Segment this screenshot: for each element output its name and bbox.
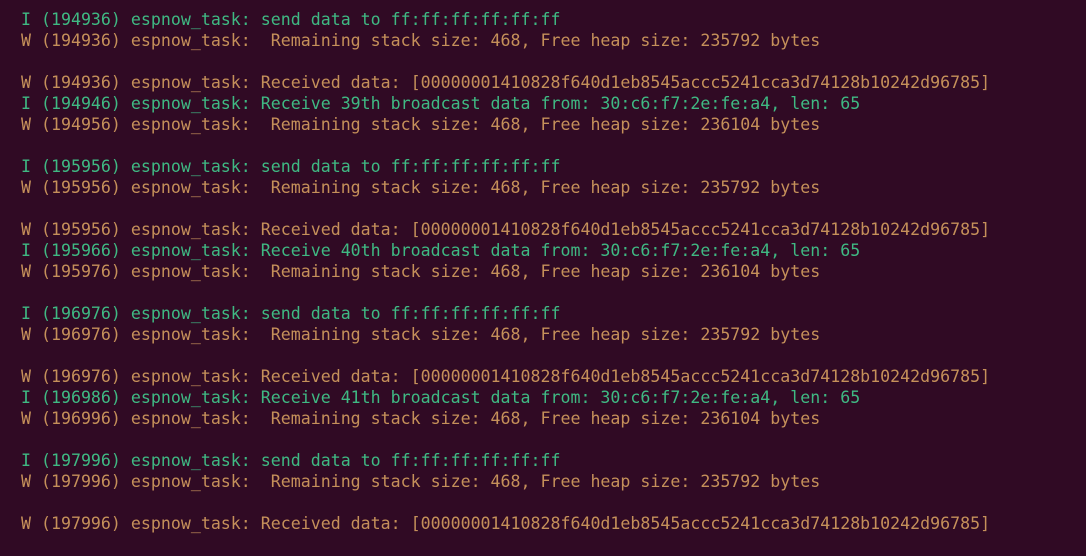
log-line-info: I (194946) espnow_task: Receive 39th bro… (21, 94, 861, 113)
log-line-warning: W (196996) espnow_task: Remaining stack … (21, 409, 821, 428)
log-line-warning: W (194936) espnow_task: Received data: [… (21, 73, 991, 92)
log-line-info: I (196976) espnow_task: send data to ff:… (21, 304, 561, 323)
log-line-warning: W (194936) espnow_task: Remaining stack … (21, 31, 821, 50)
log-line-warning: W (195956) espnow_task: Received data: [… (21, 220, 991, 239)
log-line-warning: W (195956) espnow_task: Remaining stack … (21, 178, 821, 197)
log-line-info: I (197996) espnow_task: send data to ff:… (21, 451, 561, 470)
log-line-warning: W (194956) espnow_task: Remaining stack … (21, 115, 821, 134)
terminal-output[interactable]: I (194936) espnow_task: send data to ff:… (0, 0, 1086, 556)
log-line-warning: W (196976) espnow_task: Remaining stack … (21, 325, 821, 344)
log-line-info: I (195966) espnow_task: Receive 40th bro… (21, 241, 861, 260)
log-line-warning: W (197996) espnow_task: Received data: [… (21, 514, 991, 533)
log-line-info: I (196986) espnow_task: Receive 41th bro… (21, 388, 861, 407)
log-line-info: I (194936) espnow_task: send data to ff:… (21, 10, 561, 29)
log-line-warning: W (197996) espnow_task: Remaining stack … (21, 472, 821, 491)
log-line-warning: W (195976) espnow_task: Remaining stack … (21, 262, 821, 281)
log-line-warning: W (196976) espnow_task: Received data: [… (21, 367, 991, 386)
log-line-info: I (195956) espnow_task: send data to ff:… (21, 157, 561, 176)
